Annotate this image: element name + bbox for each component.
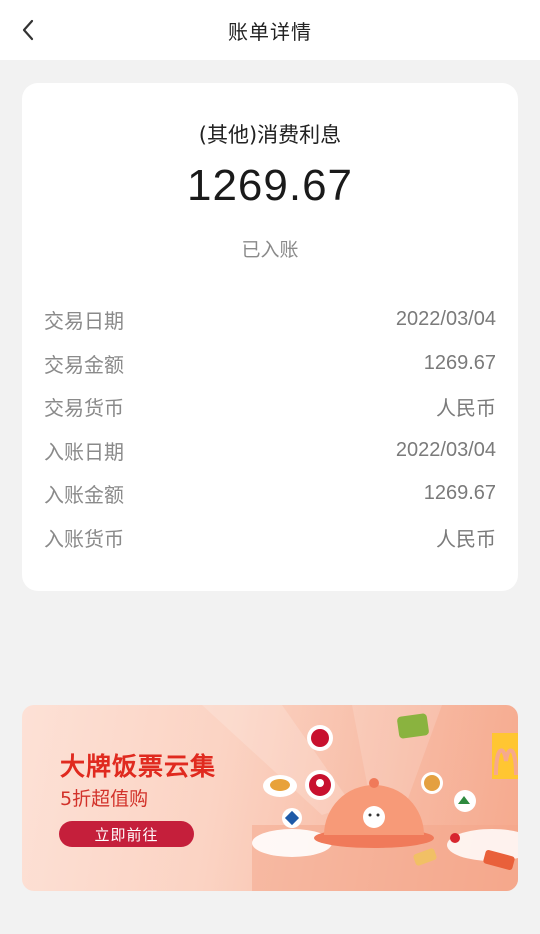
go-now-button[interactable]: 立即前往 — [59, 821, 194, 847]
page-title: 账单详情 — [228, 19, 312, 44]
top-bar: 账单详情 — [0, 0, 540, 60]
back-button[interactable] — [14, 16, 42, 44]
transaction-type: (其他)消费利息 — [198, 123, 342, 147]
row-label: 入账金额 — [44, 483, 124, 508]
row-value: 1269.67 — [423, 351, 496, 374]
row-value: 2022/03/04 — [395, 438, 496, 461]
row-value: 人民币 — [436, 398, 496, 421]
banner-subtitle: 5折超值购 — [60, 788, 149, 810]
bakery-logo — [397, 713, 429, 739]
food-plate — [263, 775, 297, 797]
mcdonalds-logo — [492, 733, 518, 779]
detail-row-trade-date: 交易日期 2022/03/04 — [44, 298, 496, 342]
banner-title: 大牌饭票云集 — [60, 752, 217, 781]
bill-detail-card: (其他)消费利息 1269.67 已入账 交易日期 2022/03/04 交易金… — [22, 83, 518, 591]
chevron-left-icon — [22, 19, 34, 41]
detail-row-trade-currency: 交易货币 人民币 — [44, 385, 496, 429]
row-label: 交易货币 — [44, 396, 124, 421]
row-value: 人民币 — [436, 528, 496, 551]
domino-logo — [282, 808, 302, 828]
promo-banner[interactable]: 大牌饭票云集 5折超值购 立即前往 — [22, 705, 518, 891]
detail-list: 交易日期 2022/03/04 交易金额 1269.67 交易货币 人民币 入账… — [44, 298, 496, 559]
detail-row-post-currency: 入账货币 人民币 — [44, 516, 496, 560]
pizza-hut-logo — [307, 725, 333, 751]
row-value: 2022/03/04 — [395, 308, 496, 331]
transaction-amount: 1269.67 — [186, 161, 354, 210]
kfc-logo — [305, 770, 335, 800]
row-label: 入账日期 — [44, 439, 124, 464]
detail-row-post-date: 入账日期 2022/03/04 — [44, 429, 496, 473]
green-logo — [454, 790, 476, 812]
detail-row-trade-amount: 交易金额 1269.67 — [44, 342, 496, 386]
status-text: 已入账 — [241, 239, 299, 261]
row-value: 1269.67 — [423, 482, 496, 505]
row-label: 交易日期 — [44, 309, 124, 334]
detail-row-post-amount: 入账金额 1269.67 — [44, 472, 496, 516]
row-label: 入账货币 — [44, 526, 124, 551]
cookie-icon — [421, 772, 443, 794]
row-label: 交易金额 — [44, 352, 124, 377]
